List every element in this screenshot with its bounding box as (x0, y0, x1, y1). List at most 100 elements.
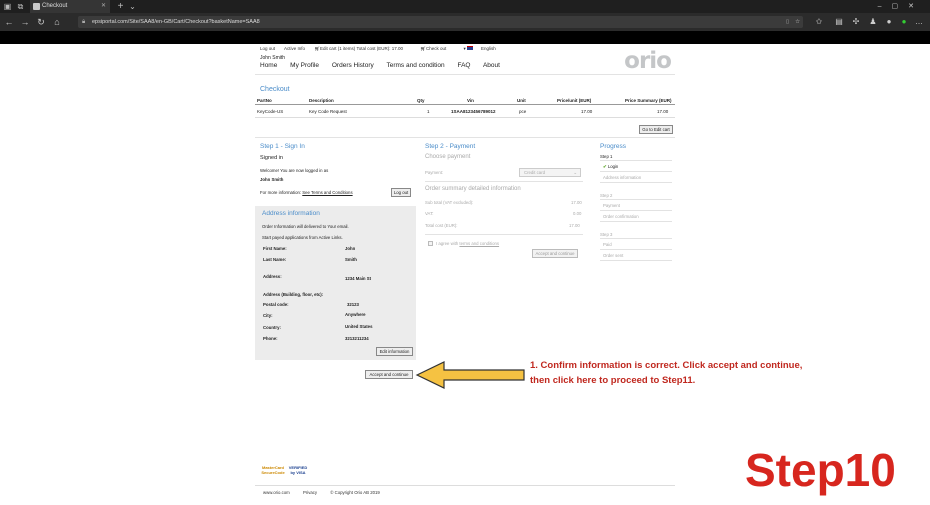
header-user-name: John Smith (260, 55, 286, 61)
progress-paid: Paid (603, 242, 612, 247)
tab-bar: ▣ ⧉ Checkout ✕ + ⌄ –▢✕ (0, 0, 930, 13)
payment-select[interactable]: Credit card ⌄ (519, 168, 581, 177)
col-unit: Unit (517, 98, 526, 103)
header-links: Log out Active Info 🛒︎Edit cart (1 items… (260, 46, 512, 52)
nav-home[interactable]: Home (260, 62, 277, 69)
logout-link[interactable]: Log out (260, 46, 275, 51)
forward-icon[interactable]: → (20, 17, 30, 27)
cell-description: Key Code Request (309, 109, 347, 114)
language-link[interactable]: ▾ English (464, 46, 504, 51)
progress-line (600, 160, 672, 161)
checkout-text: Check out (425, 46, 447, 51)
progress-step2: Step 2 (600, 193, 613, 198)
table-header-line (255, 104, 675, 105)
footer-privacy-link[interactable]: Privacy (303, 490, 317, 495)
welcome-text: Welcome! You are now logged in as (260, 168, 329, 173)
progress-line (600, 210, 672, 211)
close-tab-icon[interactable]: ✕ (101, 0, 106, 13)
new-tab-button[interactable]: + (116, 2, 125, 12)
progress-order-confirmation: Order confirmation (603, 214, 639, 219)
header-divider (255, 74, 675, 75)
accept-continue-payment-button[interactable]: Accept and continue (532, 249, 578, 258)
city-label: City: (263, 313, 273, 318)
favorites-icon[interactable]: ✩ (814, 17, 824, 27)
footer-copyright: © Copyright Orio AB 2019 (330, 490, 380, 495)
edit-cart-text: Edit cart (1 items) Total cost (EUR): 17… (320, 46, 403, 51)
home-icon[interactable]: ⌂ (52, 17, 62, 27)
terms-link[interactable]: See Terms and Conditions (302, 190, 352, 195)
address-info-box: Address information Order Information wi… (255, 206, 416, 360)
edit-information-button[interactable]: Edit information (376, 347, 413, 356)
footer-website-link[interactable]: www.orio.com (263, 490, 290, 495)
last-name-value: Smith (345, 257, 357, 262)
agree-terms-link[interactable]: terms and conditions (459, 241, 499, 246)
last-name-label: Last Name: (263, 257, 287, 262)
go-to-edit-cart-button[interactable]: Go to Edit cart (639, 125, 673, 134)
address-bar[interactable]: 🔒︎ epsiportal.com/Site/SAA8/en-GB/Cart/C… (78, 16, 803, 28)
tab-title: Checkout (42, 3, 68, 9)
city-value: Anywhere (345, 312, 366, 317)
nav-faq[interactable]: FAQ (457, 62, 470, 69)
reader-view-icon[interactable]: ▯ (786, 16, 789, 28)
progress-line (600, 249, 672, 250)
col-price-unit: Price/unit (EUR) (557, 98, 592, 103)
active-info-link[interactable]: Active Info (284, 46, 305, 51)
main-nav: Home My Profile Orders History Terms and… (260, 62, 511, 69)
tab-checkout[interactable]: Checkout ✕ (30, 0, 110, 13)
mastercard-securecode-logo: MasterCard SecureCode (261, 465, 285, 475)
vat-value: 0.00 (573, 211, 582, 216)
progress-line (600, 199, 672, 200)
logout-button[interactable]: Log out (391, 188, 411, 197)
tab-actions-icon[interactable]: ⧉ (16, 2, 25, 11)
signed-in-heading: Signed in (260, 155, 283, 161)
navigation-bar: ← → ↻ ⌂ 🔒︎ epsiportal.com/Site/SAA8/en-G… (0, 13, 930, 31)
url-text: epsiportal.com/Site/SAA8/en-GB/Cart/Chec… (92, 19, 260, 25)
summary-divider (425, 234, 583, 235)
total-label: Total cost (EUR): (425, 223, 458, 228)
favorite-star-icon[interactable]: ☆ (795, 16, 800, 28)
agree-text: I agree with terms and conditions (436, 241, 499, 246)
progress-step3: Step 3 (600, 232, 613, 237)
first-name-label: First Name: (263, 246, 287, 251)
progress-address: Address information (603, 175, 642, 180)
cell-price-summary: 17.00 (657, 109, 669, 114)
col-qty: Qty (417, 98, 425, 103)
notification-icon[interactable]: ♟ (868, 17, 878, 27)
country-value: United States (345, 324, 373, 329)
window-controls[interactable]: –▢✕ (878, 0, 924, 13)
back-icon[interactable]: ← (4, 17, 14, 27)
edit-cart-link[interactable]: 🛒︎Edit cart (1 items) Total cost (EUR): … (314, 46, 411, 51)
tab-favicon-icon (33, 3, 40, 10)
account-badge-icon[interactable]: ● (899, 17, 909, 27)
checkmark-icon: ✔ (603, 164, 607, 169)
more-menu-icon[interactable]: … (914, 17, 924, 27)
choose-payment: Choose payment (425, 154, 471, 160)
footer-divider (255, 485, 675, 486)
refresh-icon[interactable]: ↻ (36, 17, 46, 27)
col-price-summary: Price Summary (EUR) (625, 98, 672, 103)
window-menu-icon[interactable]: ▣ (3, 2, 12, 11)
payment-divider (425, 181, 583, 182)
lock-icon: 🔒︎ (82, 19, 86, 25)
phone-value: 3213211234 (345, 336, 369, 341)
cell-qty: 1 (427, 109, 430, 114)
collections-icon[interactable]: ▤ (834, 17, 844, 27)
accept-continue-address-button[interactable]: Accept and continue (365, 370, 413, 379)
subtotal-label: Sub total (VAT excluded): (425, 200, 474, 205)
nav-orders-history[interactable]: Orders History (332, 62, 374, 69)
profile-icon[interactable]: ● (884, 17, 894, 27)
total-value: 17.00 (569, 223, 580, 228)
cell-partno: KeyCode-US (257, 109, 284, 114)
extensions-icon[interactable]: ✣ (851, 17, 861, 27)
nav-about[interactable]: About (483, 62, 500, 69)
checkout-link[interactable]: 🛒︎Check out (420, 46, 454, 51)
first-name-value: John (345, 246, 356, 251)
language-text: English (481, 46, 496, 51)
agree-label: I agree with (436, 241, 459, 246)
nav-terms[interactable]: Terms and condition (386, 62, 444, 69)
more-info-text: For more information: See Terms and Cond… (260, 190, 353, 195)
cell-vin: 1SAA8123456789012 (451, 109, 496, 114)
nav-my-profile[interactable]: My Profile (290, 62, 319, 69)
tab-list-chevron-icon[interactable]: ⌄ (128, 2, 137, 11)
agree-checkbox[interactable] (428, 241, 433, 246)
